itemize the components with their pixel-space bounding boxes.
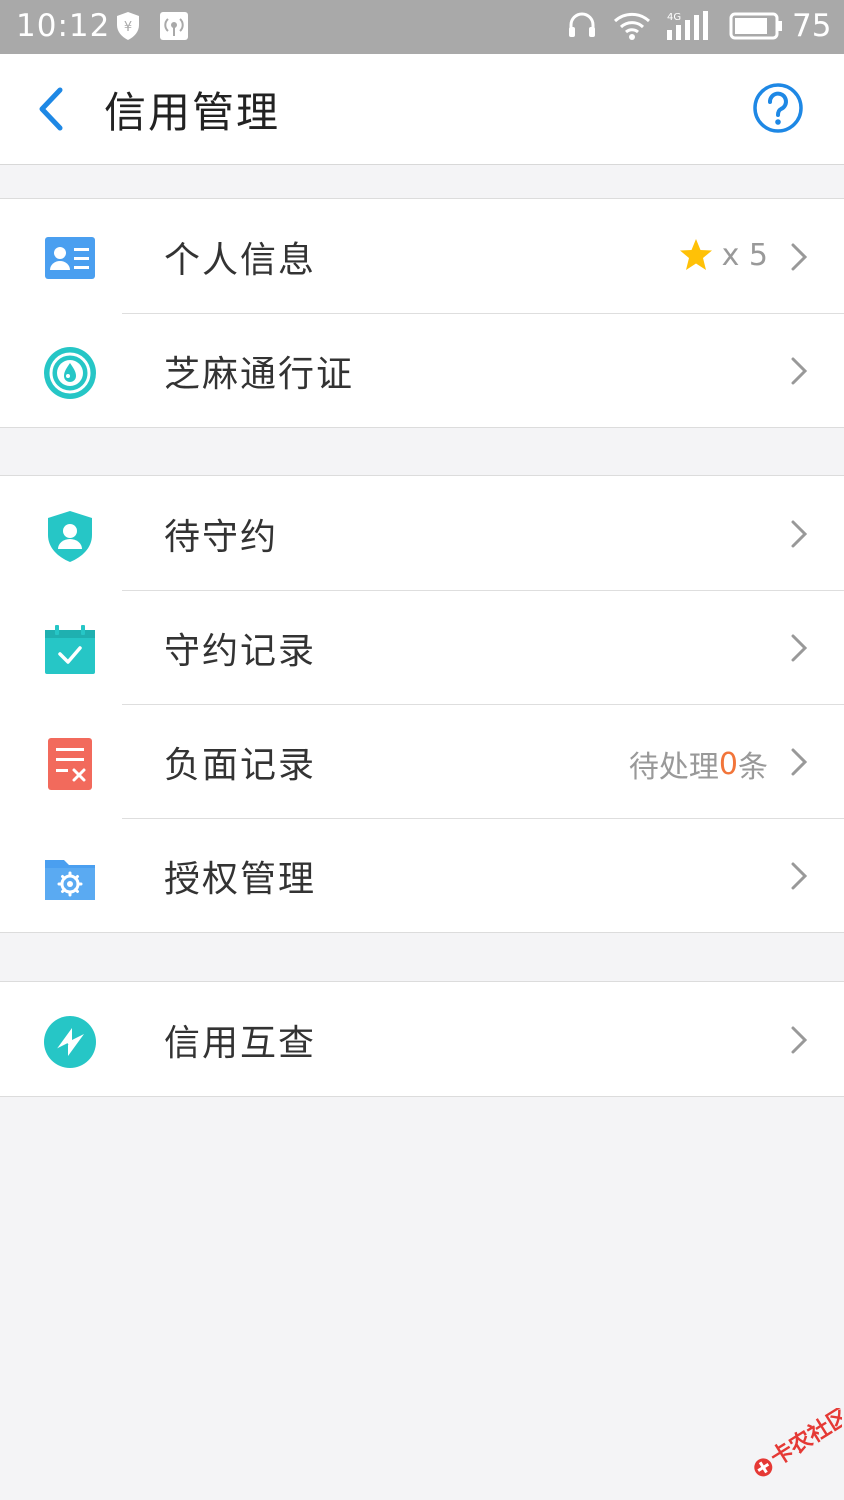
row-pending-commitment[interactable]: 待守约 xyxy=(0,476,844,590)
star-count: x 5 xyxy=(678,237,768,273)
pending-prefix: 待处理 xyxy=(628,750,719,785)
chevron-right-icon xyxy=(791,243,808,271)
chevron-right-icon xyxy=(791,634,808,662)
mutual-check-icon xyxy=(42,1014,98,1070)
chevron-right-icon xyxy=(791,1026,808,1054)
id-card-icon xyxy=(42,231,98,287)
battery-percent: 75 xyxy=(792,8,832,44)
row-label: 待守约 xyxy=(164,517,279,558)
svg-text:¥: ¥ xyxy=(124,20,132,35)
row-label: 守约记录 xyxy=(164,631,317,672)
radio-signal-icon xyxy=(158,10,190,42)
star-icon xyxy=(679,239,712,270)
row-commitment-records[interactable]: 守约记录 xyxy=(0,590,844,704)
status-bar: 10:12 ¥ 4G 75 xyxy=(0,0,844,54)
row-sesame-pass[interactable]: 芝麻通行证 xyxy=(0,313,844,427)
chevron-right-icon xyxy=(791,862,808,890)
watermark-logo: 卡农社区 xyxy=(754,1408,842,1477)
sesame-pass-icon xyxy=(42,345,98,401)
row-label: 个人信息 xyxy=(164,240,317,281)
row-label: 授权管理 xyxy=(164,859,317,900)
chevron-right-icon xyxy=(791,357,808,385)
group-mutual: 信用互查 xyxy=(0,981,844,1097)
group-records: 待守约 守约记录 负面记录 待处理 0 条 授权管理 xyxy=(0,475,844,933)
signal-4g-icon: 4G xyxy=(664,10,712,42)
question-circle-icon xyxy=(753,83,803,133)
row-mutual-check[interactable]: 信用互查 xyxy=(0,982,844,1096)
shield-yen-icon: ¥ xyxy=(114,10,142,42)
help-button[interactable] xyxy=(752,82,804,134)
pending-count: 待处理 0 条 xyxy=(629,742,768,786)
back-button[interactable] xyxy=(34,84,70,134)
battery-icon xyxy=(728,10,784,42)
status-time: 10:12 xyxy=(16,8,111,44)
page-title: 信用管理 xyxy=(104,88,281,137)
folder-gear-icon xyxy=(42,850,98,906)
row-label: 负面记录 xyxy=(164,745,317,786)
row-authorization[interactable]: 授权管理 xyxy=(0,818,844,932)
star-count-text: x 5 xyxy=(721,237,768,273)
wifi-icon xyxy=(612,10,652,42)
row-negative-records[interactable]: 负面记录 待处理 0 条 xyxy=(0,704,844,818)
app-header: 信用管理 xyxy=(0,54,844,165)
svg-text:4G: 4G xyxy=(667,12,681,23)
chevron-left-icon xyxy=(39,87,63,131)
chevron-right-icon xyxy=(791,748,808,776)
watermark-text: 卡农社区 xyxy=(766,1408,842,1471)
group-identity: 个人信息 x 5 芝麻通行证 xyxy=(0,198,844,428)
document-x-icon xyxy=(42,736,98,792)
row-personal-info[interactable]: 个人信息 x 5 xyxy=(0,199,844,313)
headset-icon xyxy=(566,10,598,42)
row-label: 芝麻通行证 xyxy=(164,354,355,395)
pending-number: 0 xyxy=(718,746,738,782)
shield-user-icon xyxy=(42,508,98,564)
pending-suffix: 条 xyxy=(738,750,768,785)
calendar-check-icon xyxy=(42,622,98,678)
row-label: 信用互查 xyxy=(164,1023,317,1064)
chevron-right-icon xyxy=(791,520,808,548)
